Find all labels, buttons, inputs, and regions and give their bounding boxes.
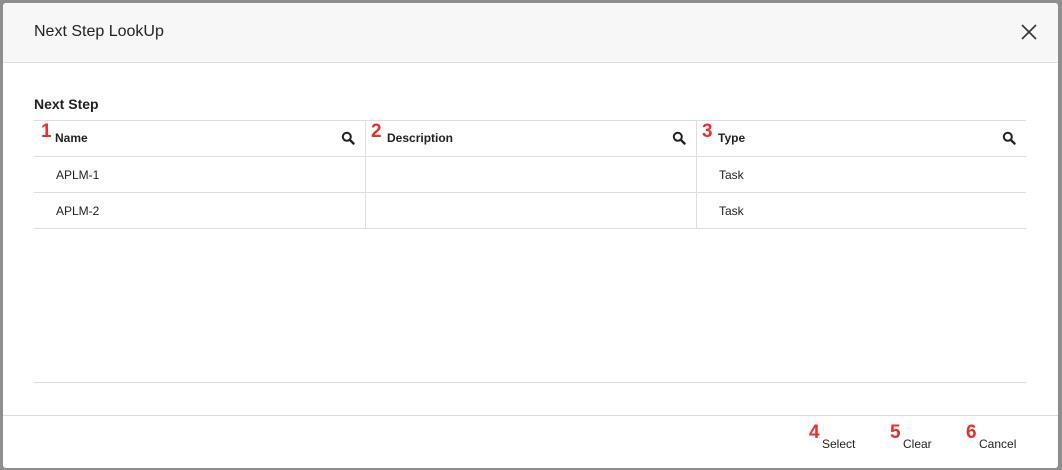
column-marker: 1 [41,121,52,142]
search-icon[interactable] [341,131,355,145]
column-marker: 2 [371,121,382,142]
next-step-lookup-dialog: Next Step LookUp Next Step 1 Name 2 Desc… [3,3,1058,468]
cell-type: Task [696,193,1026,228]
column-header-description[interactable]: 2 Description [365,121,696,156]
section-label: Next Step [34,96,99,112]
table-header: 1 Name 2 Description 3 Type [34,120,1026,157]
search-icon[interactable] [672,131,686,145]
button-marker: 4 [809,422,820,443]
cell-description [365,193,696,228]
column-header-name[interactable]: 1 Name [34,121,365,156]
select-button[interactable]: 4 Select [809,422,865,452]
cancel-button[interactable]: 6 Cancel [966,422,1026,452]
table-row[interactable]: APLM-1 Task [34,157,1026,193]
button-label: Select [822,437,856,451]
clear-button[interactable]: 5 Clear [890,422,940,452]
cell-text: APLM-2 [56,204,100,218]
lookup-table: 1 Name 2 Description 3 Type APLM-1 Task … [34,120,1026,229]
button-label: Cancel [979,437,1017,451]
table-row[interactable]: APLM-2 Task [34,193,1026,229]
table-bottom-divider [34,382,1026,383]
dialog-footer: 4 Select 5 Clear 6 Cancel [3,415,1058,468]
column-label: Type [718,131,746,145]
dialog-title: Next Step LookUp [34,23,164,40]
cell-description [365,157,696,192]
cell-text: Task [719,168,744,182]
cell-type: Task [696,157,1026,192]
column-label: Name [55,131,88,145]
dialog-header: Next Step LookUp [3,3,1058,63]
close-icon[interactable] [1018,21,1040,43]
search-icon[interactable] [1002,131,1016,145]
cell-name: APLM-2 [34,193,365,228]
button-marker: 6 [966,422,977,443]
cell-name: APLM-1 [34,157,365,192]
button-marker: 5 [890,422,901,443]
button-label: Clear [903,437,932,451]
cell-text: Task [719,204,744,218]
column-header-type[interactable]: 3 Type [696,121,1026,156]
column-label: Description [387,131,454,145]
column-marker: 3 [702,121,713,142]
cell-text: APLM-1 [56,168,100,182]
